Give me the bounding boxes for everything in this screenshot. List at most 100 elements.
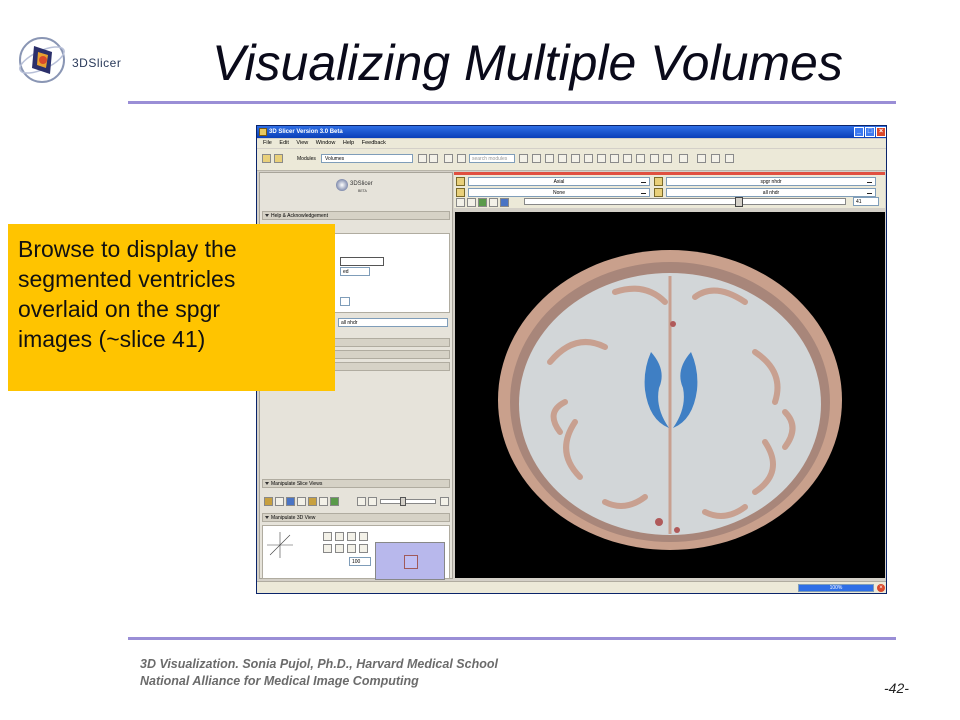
menu-file[interactable]: File [263,139,272,148]
modules-label: Modules [297,156,316,162]
callout-text: Browse to display the segmented ventricl… [18,236,237,352]
app-icon [259,128,267,136]
fov-reset-icon[interactable] [500,198,509,207]
measure-icon[interactable] [610,154,619,163]
home-icon[interactable] [532,154,541,163]
error-log-icon[interactable]: × [877,584,885,592]
fiducials-icon[interactable] [584,154,593,163]
slicer-logo-icon [336,179,348,191]
module-panel-logo: 3DSlicer [350,181,373,187]
prev-module-icon[interactable] [418,154,427,163]
instruction-callout: Browse to display the segmented ventricl… [8,224,335,391]
slice-controller: Axial None spgr nhdr all nhdr 41 [454,172,885,208]
mouse-mode-icon[interactable] [697,154,706,163]
section-help[interactable]: Help & Acknowledgement [262,211,450,220]
foreground-icon[interactable] [456,188,465,197]
title-divider [128,101,896,104]
brain-mri-image [498,250,842,550]
page-number: -42- [884,680,909,696]
fade-slider[interactable] [380,499,436,504]
view3d-navigator[interactable] [375,542,445,580]
lightbox-icon[interactable] [489,198,498,207]
save-scene-icon[interactable] [274,154,283,163]
fade-end-icon[interactable] [440,497,449,506]
spin-icon[interactable] [323,532,332,541]
zoom-icon[interactable] [297,497,306,506]
load-scene-icon[interactable] [262,154,271,163]
menu-edit[interactable]: Edit [279,139,288,148]
background-icon[interactable] [654,177,663,186]
window-titlebar: 3D Slicer Version 3.0 Beta _ □ × [257,126,886,138]
data-icon[interactable] [545,154,554,163]
label-icon[interactable] [654,188,663,197]
fade-slider-thumb[interactable] [400,497,406,506]
volumes-icon[interactable] [558,154,567,163]
layout-icon[interactable] [636,154,645,163]
show-slice-icon[interactable] [478,198,487,207]
fit-icon[interactable] [286,497,295,506]
next-module-icon[interactable] [429,154,438,163]
compositing-icon[interactable] [330,497,339,506]
axial-slice-view[interactable] [455,212,885,578]
view-options-icon[interactable] [725,154,734,163]
slice-number-field[interactable]: 41 [853,197,879,206]
rock-icon[interactable] [335,532,344,541]
value-field[interactable] [340,297,350,306]
ortho-icon[interactable] [347,532,356,541]
label-select[interactable]: all nhdr [666,188,876,197]
module-history-icon[interactable] [444,154,453,163]
models-icon[interactable] [571,154,580,163]
footer-credits: 3D Visualization. Sonia Pujol, Ph.D., Ha… [140,656,498,690]
box-visible-icon[interactable] [335,544,344,553]
axis-labels-icon[interactable] [347,544,356,553]
slice-offset-slider[interactable] [524,197,846,207]
fit-3d-icon[interactable] [323,544,332,553]
stereo-icon[interactable] [359,532,368,541]
undo-icon[interactable] [650,154,659,163]
minimize-icon[interactable]: _ [854,127,864,137]
slice-visible-icon[interactable] [275,497,284,506]
fade-right-icon[interactable] [368,497,377,506]
status-bar: 100% × [257,581,886,593]
pick-mode-icon[interactable] [711,154,720,163]
maximize-icon[interactable]: □ [865,127,875,137]
zoom-field[interactable]: 100 [349,557,371,566]
main-toolbar: Modules Volumes search modules [257,149,886,171]
slicer-window: 3D Slicer Version 3.0 Beta _ □ × File Ed… [256,125,887,594]
window-title: 3D Slicer Version 3.0 Beta [269,129,343,135]
orientation-compass-icon[interactable] [265,530,295,560]
module-search-input[interactable]: search modules [469,154,515,163]
footer-line-1: 3D Visualization. Sonia Pujol, Ph.D., Ha… [140,657,498,671]
crosshair-icon[interactable] [319,497,328,506]
logo-text: 3DSlicer [72,56,122,70]
menu-help[interactable]: Help [343,139,354,148]
orientation-select[interactable]: Axial [468,177,650,186]
modules-select[interactable]: Volumes [321,154,413,163]
redo-icon[interactable] [663,154,672,163]
interpolate-select[interactable]: ed [340,267,370,276]
chevron-down-icon[interactable] [467,198,476,207]
pin-icon[interactable] [456,177,465,186]
background-select[interactable]: spgr nhdr [666,177,876,186]
section-manipulate-3d-view[interactable]: Manipulate 3D View [262,513,450,522]
label-outline-icon[interactable] [308,497,317,506]
bg-color-icon[interactable] [359,544,368,553]
volume-name-field[interactable] [340,257,384,266]
refresh-icon[interactable] [457,154,466,163]
fov-icon[interactable] [264,497,273,506]
progress-bar: 100% [798,584,874,592]
foreground-select[interactable]: None [468,188,650,197]
editor-icon[interactable] [597,154,606,163]
menu-feedback[interactable]: Feedback [362,139,386,148]
screenshot-icon[interactable] [679,154,688,163]
close-icon[interactable]: × [876,127,886,137]
slice-settings-icon[interactable] [456,198,465,207]
transforms-icon[interactable] [623,154,632,163]
fade-left-icon[interactable] [357,497,366,506]
menu-view[interactable]: View [296,139,308,148]
active-volume-select[interactable]: all nhdr [338,318,448,327]
section-manipulate-slice-views[interactable]: Manipulate Slice Views [262,479,450,488]
search-icon[interactable] [519,154,528,163]
menu-window[interactable]: Window [316,139,336,148]
slice-slider-thumb[interactable] [735,197,743,207]
